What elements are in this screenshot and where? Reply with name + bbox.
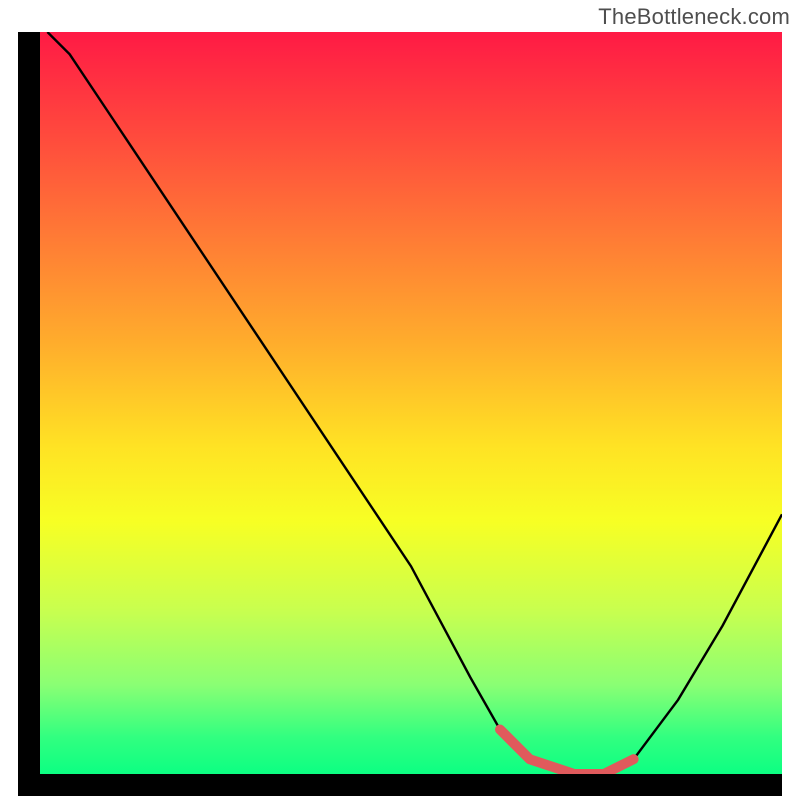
watermark-label: TheBottleneck.com bbox=[598, 4, 790, 30]
chart-area bbox=[40, 32, 782, 774]
chart-frame bbox=[18, 32, 782, 796]
bottleneck-curve-svg bbox=[40, 32, 782, 774]
highlight-segment-path bbox=[500, 730, 634, 775]
bottleneck-curve-path bbox=[47, 32, 782, 774]
